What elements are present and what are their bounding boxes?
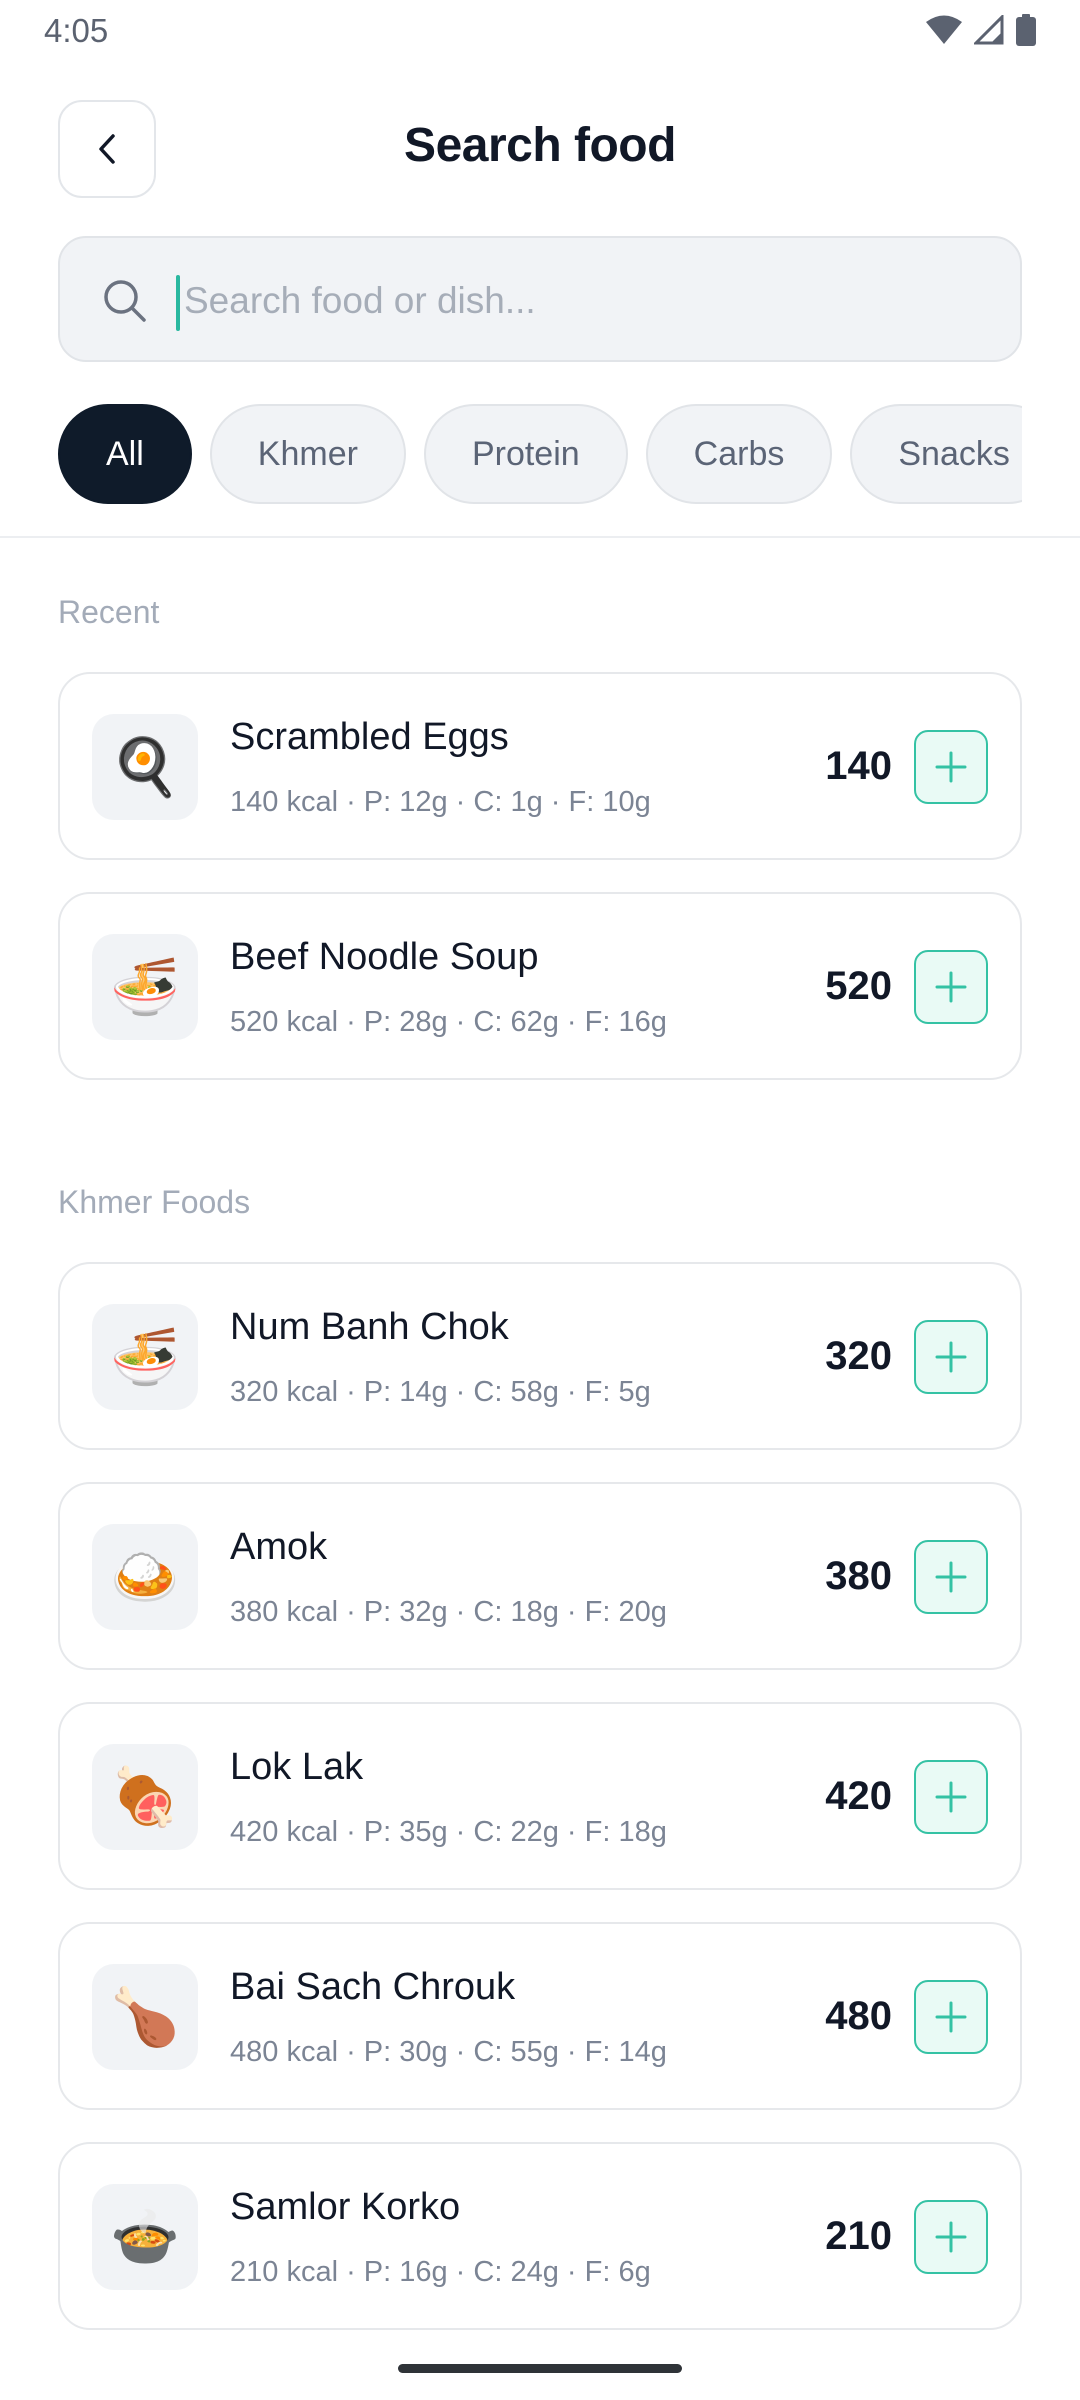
filter-chip-snacks[interactable]: Snacks xyxy=(850,404,1022,504)
food-name: Lok Lak xyxy=(230,1746,364,1788)
food-name: Num Banh Chok xyxy=(230,1306,509,1348)
add-food-button[interactable] xyxy=(914,730,988,804)
divider xyxy=(0,536,1080,538)
section-title-khmer-foods: Khmer Foods xyxy=(58,1184,251,1220)
plus-icon xyxy=(935,1781,967,1813)
status-icons xyxy=(926,14,1036,46)
food-card[interactable]: 🍖 Lok Lak 420 kcal · P: 35g · C: 22g · F… xyxy=(58,1702,1022,1890)
food-macros: 520 kcal · P: 28g · C: 62g · F: 16g xyxy=(230,1006,667,1038)
add-food-button[interactable] xyxy=(914,1320,988,1394)
wifi-icon xyxy=(926,15,962,44)
food-name: Beef Noodle Soup xyxy=(230,936,539,978)
food-card[interactable]: 🍜 Num Banh Chok 320 kcal · P: 14g · C: 5… xyxy=(58,1262,1022,1450)
battery-icon xyxy=(1016,14,1036,46)
food-name: Bai Sach Chrouk xyxy=(230,1966,516,2008)
food-calories: 140 xyxy=(825,744,892,788)
food-calories: 480 xyxy=(825,1994,892,2038)
food-macros: 380 kcal · P: 32g · C: 18g · F: 20g xyxy=(230,1596,667,1628)
search-icon xyxy=(104,280,146,322)
food-card[interactable]: 🍛 Amok 380 kcal · P: 32g · C: 18g · F: 2… xyxy=(58,1482,1022,1670)
add-food-button[interactable] xyxy=(914,2200,988,2274)
food-card[interactable]: 🍳 Scrambled Eggs 140 kcal · P: 12g · C: … xyxy=(58,672,1022,860)
text-caret xyxy=(176,275,180,331)
plus-icon xyxy=(935,1341,967,1373)
status-bar: 4:05 xyxy=(0,0,1080,62)
noodle-bowl-icon: 🍜 xyxy=(92,1304,198,1410)
filter-chip-khmer[interactable]: Khmer xyxy=(209,404,406,504)
header: Search food xyxy=(0,100,1080,200)
food-calories: 380 xyxy=(825,1554,892,1598)
plus-icon xyxy=(935,751,967,783)
food-card[interactable]: 🍜 Beef Noodle Soup 520 kcal · P: 28g · C… xyxy=(58,892,1022,1080)
section-title-recent: Recent xyxy=(58,594,160,630)
food-name: Scrambled Eggs xyxy=(230,716,509,758)
meat-on-bone-icon: 🍖 xyxy=(92,1744,198,1850)
food-macros: 320 kcal · P: 14g · C: 58g · F: 5g xyxy=(230,1376,651,1408)
search-box[interactable] xyxy=(58,236,1022,362)
pot-of-food-icon: 🍲 xyxy=(92,2184,198,2290)
frying-pan-egg-icon: 🍳 xyxy=(92,714,198,820)
filter-chip-all[interactable]: All xyxy=(58,404,192,504)
food-calories: 420 xyxy=(825,1774,892,1818)
food-macros: 140 kcal · P: 12g · C: 1g · F: 10g xyxy=(230,786,651,818)
plus-icon xyxy=(935,2001,967,2033)
add-food-button[interactable] xyxy=(914,1980,988,2054)
filter-chip-carbs[interactable]: Carbs xyxy=(645,404,833,504)
plus-icon xyxy=(935,1561,967,1593)
status-time: 4:05 xyxy=(44,12,109,49)
food-macros: 420 kcal · P: 35g · C: 22g · F: 18g xyxy=(230,1816,667,1848)
add-food-button[interactable] xyxy=(914,1760,988,1834)
poultry-leg-icon: 🍗 xyxy=(92,1964,198,2070)
home-indicator[interactable] xyxy=(398,2364,682,2373)
add-food-button[interactable] xyxy=(914,1540,988,1614)
cellular-signal-icon xyxy=(974,15,1004,45)
plus-icon xyxy=(935,2221,967,2253)
food-macros: 480 kcal · P: 30g · C: 55g · F: 14g xyxy=(230,2036,667,2068)
page-title: Search food xyxy=(404,119,676,172)
food-macros: 210 kcal · P: 16g · C: 24g · F: 6g xyxy=(230,2256,651,2288)
filter-chip-protein[interactable]: Protein xyxy=(423,404,628,504)
food-calories: 210 xyxy=(825,2214,892,2258)
food-calories: 320 xyxy=(825,1334,892,1378)
food-calories: 520 xyxy=(825,964,892,1008)
food-card[interactable]: 🍲 Samlor Korko 210 kcal · P: 16g · C: 24… xyxy=(58,2142,1022,2330)
food-card[interactable]: 🍗 Bai Sach Chrouk 480 kcal · P: 30g · C:… xyxy=(58,1922,1022,2110)
add-food-button[interactable] xyxy=(914,950,988,1024)
search-input[interactable] xyxy=(184,266,984,336)
filter-chips: All Khmer Protein Carbs Snacks xyxy=(58,404,1022,504)
curry-rice-icon: 🍛 xyxy=(92,1524,198,1630)
noodle-bowl-icon: 🍜 xyxy=(92,934,198,1040)
plus-icon xyxy=(935,971,967,1003)
food-name: Amok xyxy=(230,1526,328,1568)
food-name: Samlor Korko xyxy=(230,2186,461,2228)
